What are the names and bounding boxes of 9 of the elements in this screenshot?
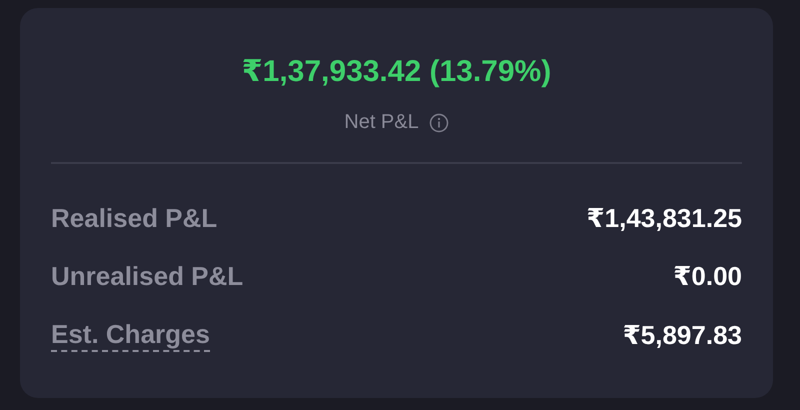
row-value: ₹0.00: [673, 260, 742, 292]
row-label[interactable]: Est. Charges: [51, 318, 210, 352]
net-pnl-value: ₹1,37,933.42 (13.79%): [242, 54, 552, 89]
row-label: Unrealised P&L: [51, 260, 244, 292]
net-pnl-label: Net P&L: [344, 111, 419, 134]
info-icon[interactable]: [428, 112, 449, 132]
row-label: Realised P&L: [51, 202, 218, 234]
row-value: ₹5,897.83: [622, 319, 742, 351]
row-value: ₹1,43,831.25: [586, 202, 742, 234]
